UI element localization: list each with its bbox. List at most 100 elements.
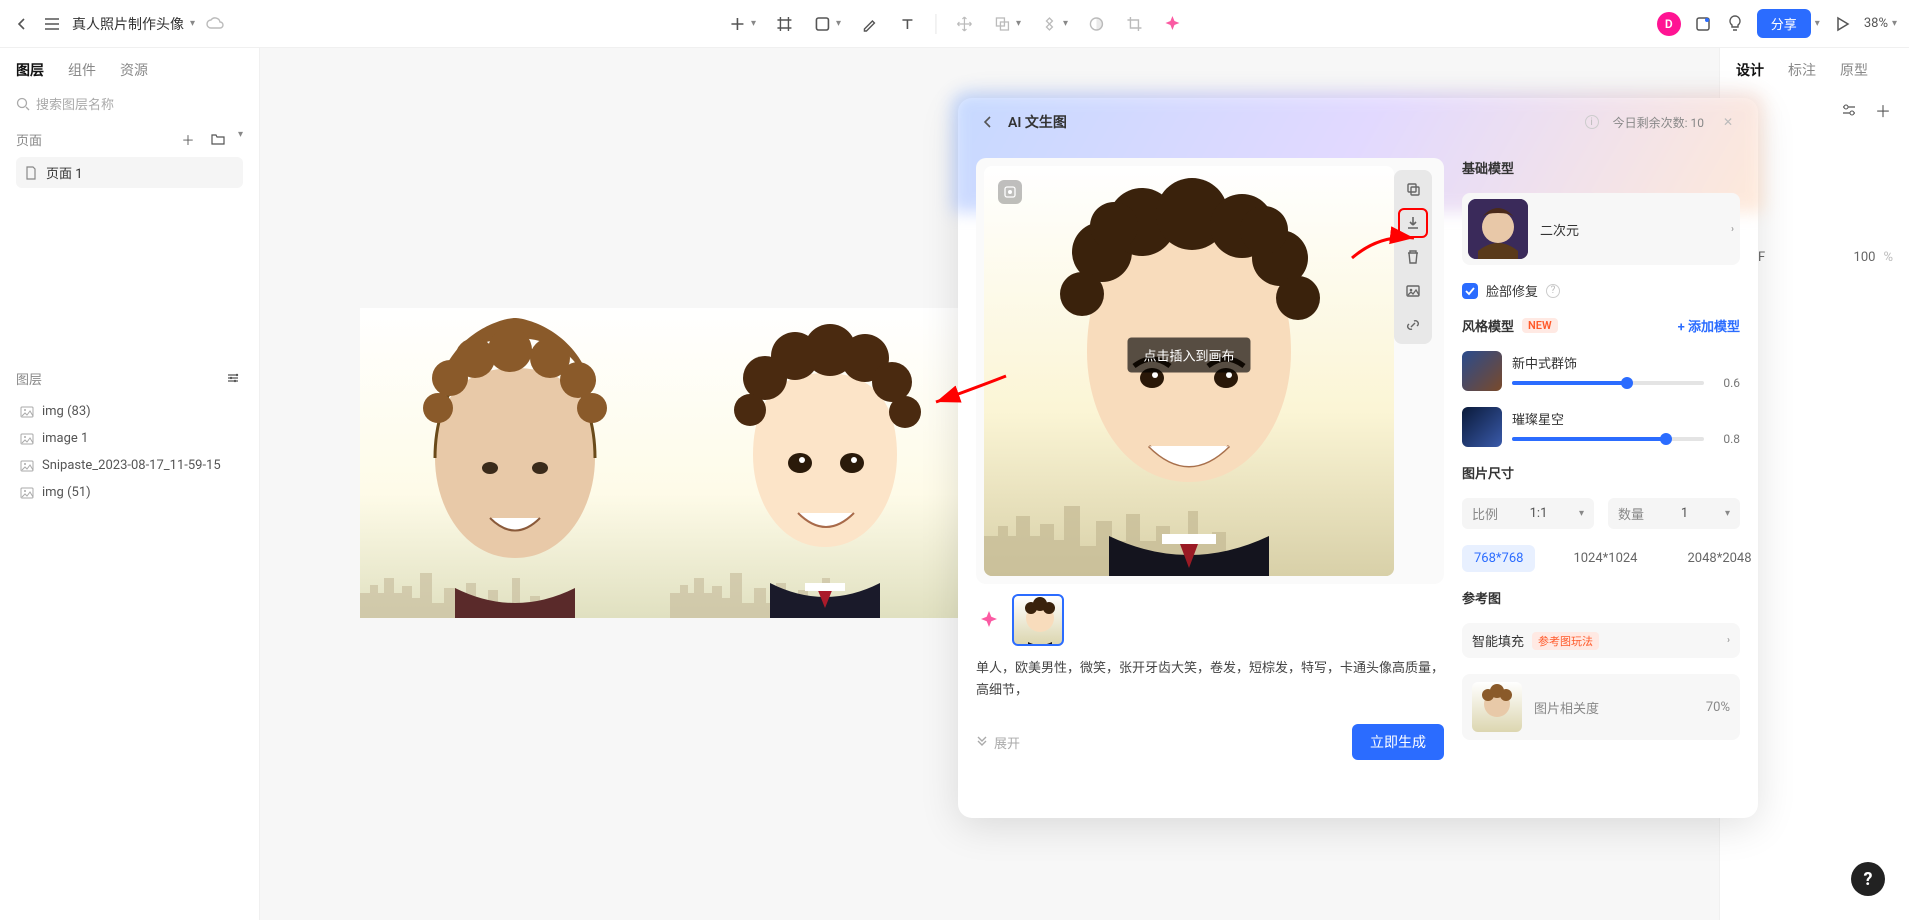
ai-preview-image[interactable]: 点击插入到画布	[984, 166, 1394, 576]
tab-components[interactable]: 组件	[68, 60, 96, 80]
chevron-down-icon[interactable]: ▾	[836, 18, 841, 29]
component-icon[interactable]	[1039, 14, 1059, 34]
smart-fill-row[interactable]: 智能填充 参考图玩法 ›	[1462, 623, 1740, 658]
prompt-text[interactable]: 单人，欧美男性，微笑，张开牙齿大笑，卷发，短棕发，特写，卡通头像高质量，高细节，	[976, 658, 1444, 708]
chevron-down-icon[interactable]: ▾	[751, 18, 756, 29]
layer-item[interactable]: image 1	[16, 425, 243, 452]
folder-icon[interactable]	[208, 129, 228, 149]
annotation-arrow	[930, 370, 1010, 414]
weight-slider[interactable]	[1512, 381, 1704, 385]
play-icon[interactable]	[1832, 14, 1852, 34]
back-icon[interactable]	[12, 14, 32, 34]
size-option[interactable]: 768*768	[1462, 545, 1535, 572]
left-sidebar: 图层 组件 资源 搜索图层名称 页面 ＋ ▾ 页面 1 图层 img (83) …	[0, 48, 260, 920]
page-label: 页面 1	[46, 163, 83, 182]
portrait-anime	[670, 308, 980, 618]
result-thumbnail[interactable]	[1012, 594, 1064, 646]
boolean-icon[interactable]	[992, 14, 1012, 34]
lightbulb-icon[interactable]	[1725, 14, 1745, 34]
ratio-select[interactable]: 比例1:1▾	[1462, 498, 1594, 529]
face-fix-toggle[interactable]: 脸部修复 ?	[1462, 281, 1740, 300]
layer-item[interactable]: img (83)	[16, 398, 243, 425]
layer-search[interactable]: 搜索图层名称	[16, 94, 243, 113]
user-avatar[interactable]: D	[1657, 12, 1681, 36]
page-icon	[24, 166, 38, 180]
add-model-button[interactable]: + 添加模型	[1678, 316, 1740, 335]
tab-layers[interactable]: 图层	[16, 60, 44, 80]
info-icon[interactable]: ?	[1546, 284, 1560, 298]
crop-icon[interactable]	[1124, 14, 1144, 34]
mask-icon[interactable]	[1086, 14, 1106, 34]
slider-value: 0.6	[1712, 376, 1740, 390]
shape-icon[interactable]	[812, 14, 832, 34]
expand-button[interactable]: 展开	[976, 733, 1020, 752]
zoom-level[interactable]: 38%▾	[1864, 16, 1897, 31]
fill-row[interactable]: EFEF 100 %	[1736, 250, 1893, 265]
ai-text-to-image-panel: AI 文生图 i 今日剩余次数: 10 ✕	[958, 98, 1758, 818]
variation-badge-icon[interactable]	[998, 180, 1022, 204]
reference-label: 参考图	[1462, 588, 1740, 607]
layer-item[interactable]: img (51)	[16, 479, 243, 506]
plus-icon[interactable]: ＋	[1873, 100, 1893, 120]
layer-item[interactable]: Snipaste_2023-08-17_11-59-15	[16, 452, 243, 479]
style-model-item[interactable]: 璀璨星空 0.8	[1462, 407, 1740, 447]
topbar: 真人照片制作头像 ▾ ▾ ▾ ▾ ▾ D	[0, 0, 1909, 48]
copy-icon[interactable]	[1400, 176, 1426, 202]
chevron-down-icon: ▾	[1892, 18, 1897, 29]
tab-prototype[interactable]: 原型	[1840, 60, 1868, 80]
help-fab[interactable]: ?	[1851, 862, 1885, 896]
style-model-item[interactable]: 新中式群饰 0.6	[1462, 351, 1740, 391]
frame-icon[interactable]	[774, 14, 794, 34]
search-placeholder: 搜索图层名称	[36, 94, 114, 113]
chevron-down-icon[interactable]: ▾	[238, 129, 243, 149]
chevron-right-icon: ›	[1727, 635, 1730, 646]
chevron-down-icon[interactable]: ▾	[1016, 18, 1021, 29]
chevron-down-icon: ▾	[190, 18, 195, 29]
style-name: 新中式群饰	[1512, 353, 1740, 372]
plugin-icon[interactable]	[1693, 14, 1713, 34]
link-icon[interactable]	[1400, 312, 1426, 338]
size-option[interactable]: 2048*2048	[1676, 545, 1759, 572]
rightbar-tabs: 设计 标注 原型	[1736, 60, 1893, 80]
ai-panel-title: AI 文生图	[1008, 112, 1067, 132]
count-select[interactable]: 数量1▾	[1608, 498, 1740, 529]
info-icon[interactable]: i	[1585, 115, 1599, 129]
share-button[interactable]: 分享	[1757, 9, 1811, 38]
base-model-select[interactable]: 二次元 ›	[1462, 193, 1740, 265]
ai-logo-icon[interactable]	[1162, 14, 1182, 34]
cloud-sync-icon[interactable]	[205, 14, 225, 34]
add-icon[interactable]	[727, 14, 747, 34]
size-option[interactable]: 1024*1024	[1561, 545, 1649, 572]
canvas-image-2[interactable]	[670, 308, 980, 618]
reference-relevance-label: 图片相关度	[1534, 698, 1694, 717]
pen-icon[interactable]	[859, 14, 879, 34]
tab-design[interactable]: 设计	[1736, 60, 1764, 80]
canvas-content	[360, 308, 980, 618]
chevron-down-icon[interactable]: ▾	[1815, 18, 1820, 29]
tab-annotate[interactable]: 标注	[1788, 60, 1816, 80]
canvas-image-1[interactable]	[360, 308, 670, 618]
style-thumb	[1462, 351, 1502, 391]
reference-image-card[interactable]: 图片相关度 70%	[1462, 674, 1740, 740]
chevron-down-icon[interactable]: ▾	[1063, 18, 1068, 29]
add-page-icon[interactable]: ＋	[178, 129, 198, 149]
generate-button[interactable]: 立即生成	[1352, 724, 1444, 760]
settings-icon[interactable]	[1839, 100, 1859, 120]
close-icon[interactable]: ✕	[1718, 112, 1738, 132]
style-name: 璀璨星空	[1512, 409, 1740, 428]
search-icon	[16, 97, 30, 111]
document-title[interactable]: 真人照片制作头像 ▾	[72, 14, 195, 34]
pages-label: 页面	[16, 130, 42, 149]
image-icon[interactable]	[1400, 278, 1426, 304]
layers-options-icon[interactable]	[223, 368, 243, 388]
sidebar-tabs: 图层 组件 资源	[16, 60, 243, 80]
opacity-value: 100	[1854, 250, 1876, 265]
text-icon[interactable]	[897, 14, 917, 34]
tab-assets[interactable]: 资源	[120, 60, 148, 80]
page-item[interactable]: 页面 1	[16, 157, 243, 188]
slider-value: 0.8	[1712, 432, 1740, 446]
back-icon[interactable]	[978, 112, 998, 132]
menu-icon[interactable]	[42, 14, 62, 34]
weight-slider[interactable]	[1512, 437, 1704, 441]
move-icon[interactable]	[954, 14, 974, 34]
